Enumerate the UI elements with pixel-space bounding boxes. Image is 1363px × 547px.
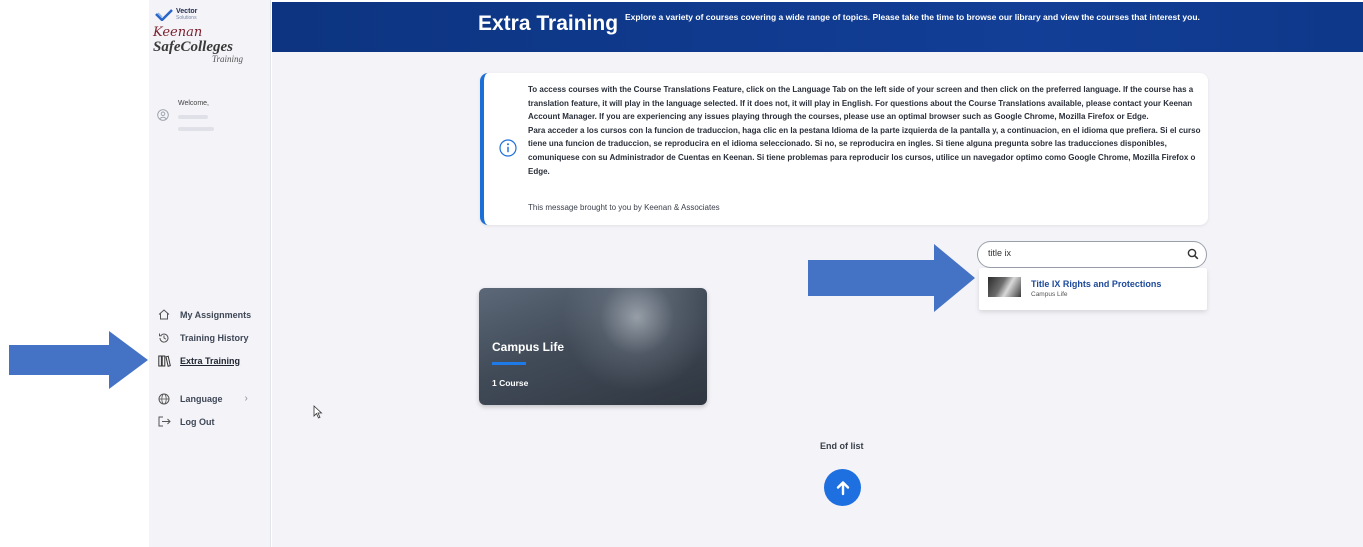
notice-signoff: This message brought to you by Keenan & … (528, 203, 720, 212)
sidebar-item-label: My Assignments (180, 309, 252, 320)
chevron-right-icon: › (244, 393, 248, 404)
sidebar-item-label: Language (180, 393, 223, 404)
globe-icon (157, 393, 171, 405)
sidebar-nav-primary: My Assignments Training History Extra Tr… (157, 303, 267, 372)
user-org-redacted (178, 127, 214, 131)
product-sub: Training (211, 54, 243, 64)
sidebar-item-label: Extra Training (180, 355, 241, 366)
end-of-list-text: End of list (820, 441, 864, 451)
page-header: Extra Training Explore a variety of cour… (272, 2, 1363, 52)
books-icon (157, 355, 171, 367)
annotation-arrow-icon (9, 331, 148, 389)
course-search[interactable] (977, 241, 1207, 268)
suggestion-category: Campus Life (1031, 291, 1068, 298)
page-title: Extra Training (478, 12, 619, 35)
vendor-sub: Solutions (176, 15, 197, 21)
card-background-image (549, 288, 707, 405)
card-title: Campus Life (492, 340, 565, 354)
sidebar: Vector Solutions Keenan SafeColleges Tra… (149, 0, 271, 547)
info-icon (499, 139, 517, 157)
search-input[interactable] (988, 248, 1178, 258)
card-course-count: 1 Course (492, 378, 529, 388)
sidebar-item-extra-training[interactable]: Extra Training (157, 349, 267, 372)
avatar-icon (157, 109, 169, 121)
mouse-cursor-icon (313, 405, 323, 419)
history-icon (157, 332, 171, 344)
suggestion-title[interactable]: Title IX Rights and Protections (1031, 279, 1161, 289)
logout-icon (157, 416, 171, 428)
vendor-name: Vector (176, 8, 198, 15)
translation-notice: To access courses with the Course Transl… (480, 73, 1208, 225)
sidebar-item-label: Training History (180, 332, 249, 343)
vector-mark-icon (155, 8, 173, 21)
logo: Vector Solutions Keenan SafeColleges Tra… (153, 8, 265, 64)
user-name-redacted (178, 115, 208, 119)
company-name: Keenan (153, 25, 203, 40)
page-description: Explore a variety of courses covering a … (625, 12, 1200, 22)
search-icon[interactable] (1187, 248, 1199, 260)
home-icon (157, 309, 171, 321)
suggestion-thumbnail (988, 277, 1021, 297)
card-accent-bar (492, 362, 526, 365)
annotation-arrow-icon (808, 244, 975, 312)
search-suggestion[interactable]: Title IX Rights and Protections Campus L… (979, 268, 1207, 310)
sidebar-item-log-out[interactable]: Log Out (157, 410, 267, 433)
arrow-up-icon (836, 480, 849, 495)
welcome-text: Welcome, (178, 100, 209, 107)
scroll-to-top-button[interactable] (824, 469, 861, 506)
sidebar-nav-secondary: Language › Log Out (157, 387, 267, 433)
notice-spanish: Para acceder a los cursos con la funcion… (528, 125, 1201, 176)
notice-english: To access courses with the Course Transl… (528, 85, 1194, 122)
product-name: SafeColleges (153, 39, 233, 55)
sidebar-item-my-assignments[interactable]: My Assignments (157, 303, 267, 326)
notice-text: To access courses with the Course Transl… (528, 83, 1205, 178)
sidebar-item-training-history[interactable]: Training History (157, 326, 267, 349)
sidebar-item-language[interactable]: Language › (157, 387, 267, 410)
vector-logo: Vector Solutions (155, 8, 265, 21)
page: Vector Solutions Keenan SafeColleges Tra… (0, 0, 1363, 547)
user-welcome: Welcome, (157, 100, 214, 131)
sidebar-item-label: Log Out (180, 416, 215, 427)
course-category-card[interactable]: Campus Life 1 Course (479, 288, 707, 405)
